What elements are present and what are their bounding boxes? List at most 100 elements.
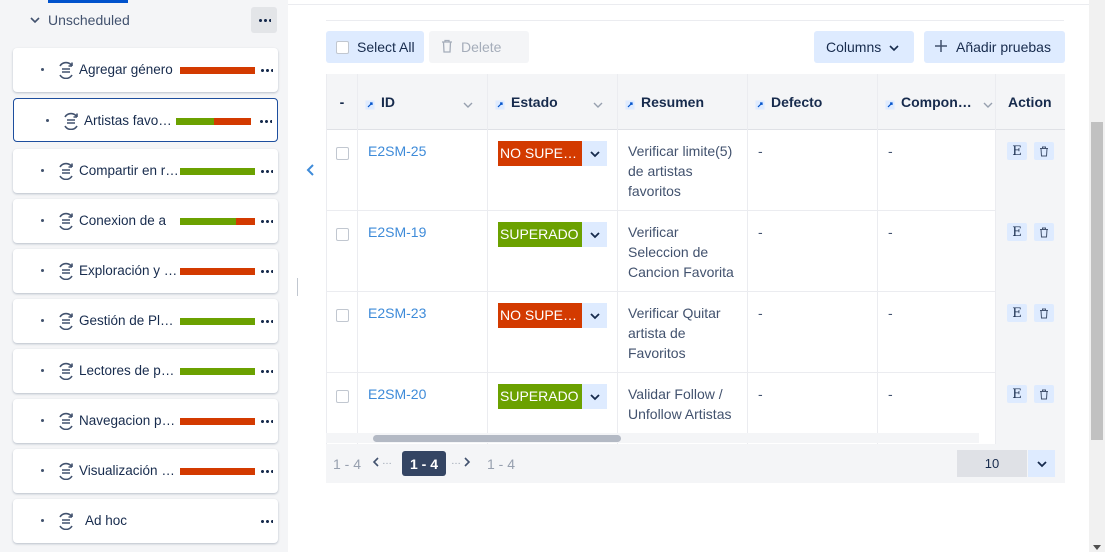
column-header-status[interactable]: Estado	[488, 74, 618, 130]
vertical-scrollbar-thumb[interactable]	[1091, 122, 1103, 440]
delete-button[interactable]: Delete	[429, 31, 529, 63]
column-header-id[interactable]: ID	[358, 74, 488, 130]
status-cell: SUPERADO	[488, 211, 618, 292]
chevron-down-icon	[983, 96, 993, 108]
test-id-link[interactable]: E2SM-25	[368, 143, 426, 159]
folder-more-button[interactable]	[259, 165, 273, 177]
folder-more-button[interactable]	[259, 515, 273, 527]
defect-value: -	[758, 386, 763, 402]
folder-more-button[interactable]	[259, 365, 273, 377]
status-dropdown-button[interactable]	[582, 384, 607, 409]
folder-more-button[interactable]	[259, 64, 273, 76]
test-folder-item[interactable]: Gestión de Playlists	[13, 299, 278, 343]
column-header-summary[interactable]: Resumen	[618, 74, 748, 130]
folder-more-button[interactable]	[259, 415, 273, 427]
test-id-link[interactable]: E2SM-20	[368, 386, 426, 402]
delete-row-button[interactable]	[1034, 304, 1054, 322]
execute-button[interactable]: E	[1007, 142, 1027, 160]
test-summary: Verificar Quitar artista de Favoritos	[628, 305, 721, 361]
delete-row-button[interactable]	[1034, 142, 1054, 160]
test-cycle-icon	[57, 312, 75, 331]
row-select-cell	[327, 292, 358, 373]
component-value: -	[888, 305, 893, 321]
next-page-button[interactable]: …	[451, 456, 471, 467]
action-cell: E	[996, 130, 1065, 211]
table-row[interactable]: E2SM-19 SUPERADO Verificar Seleccion de Ca…	[327, 211, 1065, 292]
delete-row-button[interactable]	[1034, 223, 1054, 241]
status-select[interactable]: NO SUPERADO	[498, 141, 607, 166]
table-row[interactable]: E2SM-25 NO SUPERADO Verificar limite(5) de…	[327, 130, 1065, 211]
column-header-defect[interactable]: Defecto	[748, 74, 878, 130]
bullet	[41, 419, 44, 422]
table-row[interactable]: E2SM-23 NO SUPERADO Verificar Quitar artis…	[327, 292, 1065, 373]
more-icon	[259, 319, 273, 323]
more-icon	[259, 419, 273, 423]
status-dropdown-button[interactable]	[582, 141, 607, 166]
defect-cell: -	[748, 211, 878, 292]
status-select[interactable]: NO SUPERADO	[498, 303, 607, 328]
test-folder-item[interactable]: Ad hoc	[13, 499, 278, 543]
column-label-summary: Resumen	[641, 94, 705, 110]
status-dropdown-button[interactable]	[582, 303, 607, 328]
prev-page-button[interactable]: …	[372, 456, 392, 467]
bullet	[41, 169, 44, 172]
folder-name: Gestión de Playlists	[79, 313, 179, 328]
unscheduled-group-header[interactable]: Unscheduled	[30, 8, 130, 32]
pin-icon	[495, 97, 505, 110]
resize-handle[interactable]	[297, 278, 298, 296]
status-select[interactable]: SUPERADO	[498, 384, 607, 409]
page-size-dropdown-button[interactable]	[1028, 450, 1055, 477]
column-header-component[interactable]: Compon…	[878, 74, 996, 130]
row-checkbox[interactable]	[336, 390, 349, 403]
test-id-link[interactable]: E2SM-23	[368, 305, 426, 321]
folder-more-button[interactable]	[259, 315, 273, 327]
more-icon	[259, 269, 273, 273]
trash-icon	[441, 39, 453, 56]
select-all-button[interactable]: Select All	[326, 31, 424, 63]
row-checkbox[interactable]	[336, 147, 349, 160]
more-icon	[259, 68, 273, 72]
select-all-checkbox[interactable]	[336, 40, 349, 54]
execute-button[interactable]: E	[1007, 385, 1027, 403]
columns-button[interactable]: Columns	[814, 31, 914, 63]
chevron-down-icon	[593, 96, 603, 108]
folder-more-button[interactable]	[259, 215, 273, 227]
page-size-select[interactable]: 10	[957, 450, 1027, 477]
chevron-down-icon	[30, 15, 40, 25]
test-folder-item[interactable]: Agregar género	[13, 48, 278, 92]
row-menu-header[interactable]: -	[327, 74, 358, 130]
test-folder-item[interactable]: Conexion de a	[13, 199, 278, 243]
collapse-sidebar-icon[interactable]	[305, 163, 317, 177]
sidebar-active-indicator	[48, 0, 128, 3]
horizontal-scrollbar-thumb[interactable]	[373, 435, 621, 442]
test-folder-item[interactable]: Navegacion por teclado	[13, 399, 278, 443]
folder-more-button[interactable]	[258, 115, 272, 127]
progress-bar	[180, 67, 255, 74]
delete-row-button[interactable]	[1034, 385, 1054, 403]
test-id-link[interactable]: E2SM-19	[368, 224, 426, 240]
test-folder-item[interactable]: Lectores de pantalla	[13, 349, 278, 393]
group-more-button[interactable]	[251, 7, 277, 33]
add-tests-button[interactable]: Añadir pruebas	[924, 31, 1065, 63]
progress-bar	[180, 318, 255, 325]
test-folder-item[interactable]: Visualización de datos	[13, 449, 278, 493]
scroll-down-icon[interactable]	[1093, 538, 1101, 550]
current-page-button[interactable]: 1 - 4	[402, 451, 446, 476]
row-checkbox[interactable]	[336, 228, 349, 241]
defect-cell: -	[748, 292, 878, 373]
folder-more-button[interactable]	[259, 265, 273, 277]
folder-more-button[interactable]	[259, 465, 273, 477]
test-folder-item[interactable]: Exploración y descubrimiento	[13, 249, 278, 293]
test-folder-item[interactable]: Artistas favoritos	[13, 98, 278, 142]
chevron-down-icon	[889, 39, 899, 55]
action-cell: E	[996, 211, 1065, 292]
execute-button[interactable]: E	[1007, 304, 1027, 322]
status-select[interactable]: SUPERADO	[498, 222, 607, 247]
test-folder-item[interactable]: Compartir en redes	[13, 149, 278, 193]
table-header: - ID Estado Resumen Defecto Compon… Acti…	[327, 74, 1065, 130]
column-label-action: Action	[1008, 94, 1052, 110]
horizontal-scrollbar[interactable]	[326, 433, 979, 443]
row-checkbox[interactable]	[336, 309, 349, 322]
status-dropdown-button[interactable]	[582, 222, 607, 247]
execute-button[interactable]: E	[1007, 223, 1027, 241]
